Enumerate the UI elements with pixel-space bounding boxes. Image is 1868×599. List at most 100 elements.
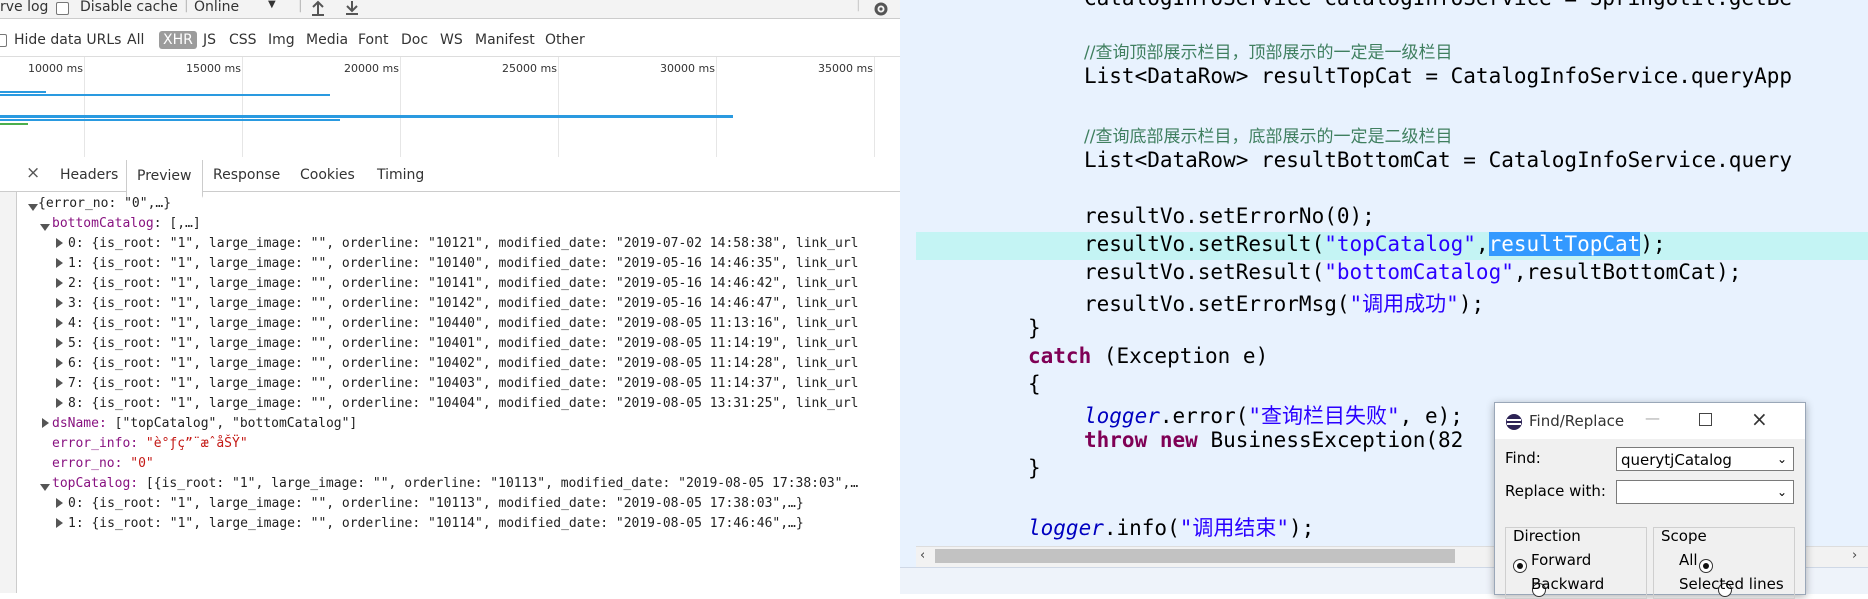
selected-lines-label[interactable]: Selected lines <box>1679 575 1784 593</box>
filter-type-all[interactable]: All <box>127 32 144 48</box>
code-line[interactable]: resultVo.setResult("bottomCatalog",resul… <box>1084 260 1741 284</box>
close-icon[interactable]: × <box>1751 407 1768 431</box>
code-line[interactable]: throw new BusinessException(82 <box>1084 428 1463 452</box>
filter-type-other[interactable]: Other <box>545 32 585 48</box>
throttle-dropdown-icon[interactable]: ▼ <box>268 0 276 10</box>
code-line[interactable]: logger.error("查询栏目失败", e); <box>1084 400 1463 430</box>
forward-label[interactable]: Forward <box>1531 551 1591 569</box>
filter-type-xhr[interactable]: XHR <box>159 31 197 49</box>
close-icon[interactable]: × <box>26 163 40 183</box>
code-line[interactable]: List<DataRow> resultTopCat = CatalogInfo… <box>1084 64 1792 88</box>
code-line[interactable]: resultVo.setErrorMsg("调用成功"); <box>1084 288 1484 318</box>
expand-arrow-icon[interactable] <box>56 318 63 328</box>
code-string: "调用成功" <box>1349 292 1459 316</box>
code-line[interactable]: logger.info("调用结束"); <box>1028 512 1314 542</box>
json-root[interactable]: {error_no: "0",…} <box>38 196 171 211</box>
json-array-item[interactable]: 3: {is_root: "1", large_image: "", order… <box>68 296 859 311</box>
all-label[interactable]: All <box>1679 551 1698 569</box>
tab-cookies[interactable]: Cookies <box>300 167 355 183</box>
network-overview-timeline[interactable]: 10000 ms 15000 ms 20000 ms 25000 ms 3000… <box>0 57 900 158</box>
hide-data-urls-label[interactable]: Hide data URLs <box>14 32 121 48</box>
filter-type-font[interactable]: Font <box>358 32 388 48</box>
preserve-log-label[interactable]: rve log <box>0 0 48 15</box>
expand-arrow-icon[interactable] <box>56 358 63 368</box>
json-array-item[interactable]: 0: {is_root: "1", large_image: "", order… <box>68 496 804 511</box>
find-input[interactable]: querytjCatalog <box>1616 447 1794 471</box>
import-har-icon[interactable] <box>310 0 326 16</box>
json-array-item[interactable]: 6: {is_root: "1", large_image: "", order… <box>68 356 859 371</box>
json-array-item[interactable]: 5: {is_root: "1", large_image: "", order… <box>68 336 859 351</box>
chevron-down-icon[interactable]: ⌄ <box>1777 485 1787 499</box>
scrollbar-thumb[interactable] <box>935 549 1455 563</box>
expand-arrow-icon[interactable] <box>40 484 50 491</box>
code-line[interactable]: resultVo.setErrorNo(0); <box>1084 204 1375 228</box>
filter-type-js[interactable]: JS <box>203 32 216 48</box>
json-node-error-info[interactable]: error_info: "è°ƒç”¨æˆåŠŸ" <box>52 436 248 451</box>
all-radio[interactable] <box>1699 558 1714 573</box>
expand-arrow-icon[interactable] <box>40 224 50 231</box>
filter-type-ws[interactable]: WS <box>440 32 463 48</box>
filter-type-manifest[interactable]: Manifest <box>475 32 535 48</box>
code-line[interactable]: catch (Exception e) <box>1028 344 1268 368</box>
json-node-error-no[interactable]: error_no: "0" <box>52 456 154 471</box>
json-array-item[interactable]: 4: {is_root: "1", large_image: "", order… <box>68 316 859 331</box>
code-comment[interactable]: //查询顶部展示栏目，顶部展示的一定是一级栏目 <box>1084 38 1452 63</box>
expand-arrow-icon[interactable] <box>56 518 63 528</box>
settings-gear-icon[interactable] <box>872 0 890 18</box>
disable-cache-checkbox[interactable] <box>56 2 69 15</box>
export-har-icon[interactable] <box>344 0 360 16</box>
code-token: , <box>1475 232 1489 256</box>
tab-response[interactable]: Response <box>213 167 280 183</box>
json-node-dsname[interactable]: dsName: ["topCatalog", "bottomCatalog"] <box>52 416 357 431</box>
json-array-item[interactable]: 1: {is_root: "1", large_image: "", order… <box>68 516 804 531</box>
disable-cache-label[interactable]: Disable cache <box>80 0 178 15</box>
code-line[interactable]: { <box>1028 372 1041 396</box>
backward-label[interactable]: Backward <box>1531 575 1604 593</box>
maximize-icon[interactable] <box>1699 413 1712 426</box>
selected-text[interactable]: resultTopCat <box>1488 232 1641 256</box>
json-array-item[interactable]: 2: {is_root: "1", large_image: "", order… <box>68 276 859 291</box>
replace-input[interactable] <box>1616 480 1794 504</box>
find-replace-dialog: Find/Replace — × Find: querytjCatalog ⌄ … <box>1494 402 1806 599</box>
json-node-topcatalog[interactable]: topCatalog: [{is_root: "1", large_image:… <box>52 476 858 491</box>
json-key: bottomCatalog <box>52 216 154 231</box>
expand-arrow-icon[interactable] <box>56 258 63 268</box>
filter-type-img[interactable]: Img <box>268 32 295 48</box>
tab-headers[interactable]: Headers <box>60 167 118 183</box>
minimize-icon[interactable]: — <box>1645 409 1660 427</box>
code-line[interactable]: } <box>1028 316 1041 340</box>
expand-arrow-icon[interactable] <box>56 398 63 408</box>
tab-preview[interactable]: Preview <box>126 160 203 198</box>
expand-arrow-icon[interactable] <box>56 298 63 308</box>
json-array-item[interactable]: 0: {is_root: "1", large_image: "", order… <box>68 236 859 251</box>
expand-arrow-icon[interactable] <box>56 498 63 508</box>
timeline-tick-label: 10000 ms <box>28 62 83 75</box>
hide-data-urls-checkbox[interactable] <box>0 34 7 47</box>
code-line[interactable]: List<DataRow> resultBottomCat = CatalogI… <box>1084 148 1792 172</box>
filter-type-css[interactable]: CSS <box>229 32 257 48</box>
json-node-bottomcatalog[interactable]: bottomCatalog: [,…] <box>52 216 201 231</box>
dialog-title: Find/Replace <box>1529 412 1625 430</box>
scroll-left-icon[interactable]: ‹ <box>920 548 925 563</box>
filter-type-doc[interactable]: Doc <box>401 32 428 48</box>
expand-arrow-icon[interactable] <box>56 378 63 388</box>
expand-arrow-icon[interactable] <box>56 238 63 248</box>
code-line[interactable]: CatalogInfoService catalogInfoService = … <box>1084 0 1792 10</box>
code-comment[interactable]: //查询底部展示栏目，底部展示的一定是二级栏目 <box>1084 122 1452 147</box>
expand-arrow-icon[interactable] <box>56 278 63 288</box>
json-array-item[interactable]: 1: {is_root: "1", large_image: "", order… <box>68 256 859 271</box>
filter-type-media[interactable]: Media <box>306 32 348 48</box>
code-line[interactable]: resultVo.setResult("topCatalog",resultTo… <box>1084 232 1666 256</box>
chevron-down-icon[interactable]: ⌄ <box>1777 452 1787 466</box>
json-array-item[interactable]: 7: {is_root: "1", large_image: "", order… <box>68 376 859 391</box>
expand-arrow-icon[interactable] <box>28 204 38 211</box>
json-array-item[interactable]: 8: {is_root: "1", large_image: "", order… <box>68 396 859 411</box>
code-line[interactable]: } <box>1028 456 1041 480</box>
scroll-right-icon[interactable]: › <box>1852 548 1857 563</box>
json-key: error_info: <box>52 436 139 451</box>
expand-arrow-icon[interactable] <box>42 418 49 428</box>
expand-arrow-icon[interactable] <box>56 338 63 348</box>
forward-radio[interactable] <box>1513 558 1527 573</box>
throttle-select[interactable]: Online <box>194 0 239 15</box>
tab-timing[interactable]: Timing <box>377 167 424 183</box>
